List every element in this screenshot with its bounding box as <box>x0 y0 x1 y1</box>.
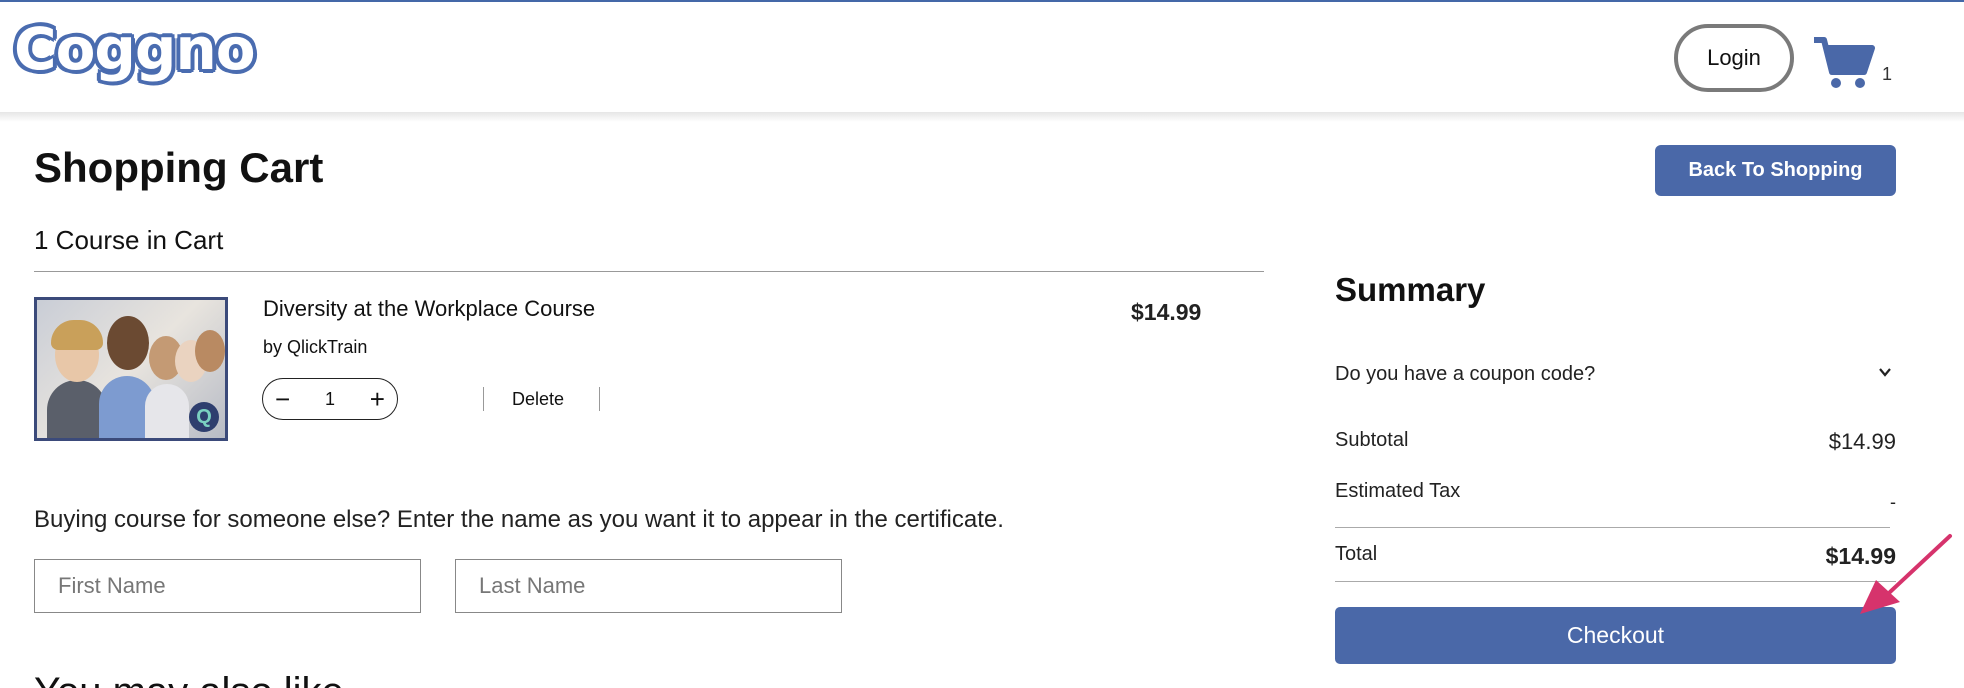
login-button[interactable]: Login <box>1674 24 1794 92</box>
course-author: by QlickTrain <box>263 337 368 357</box>
quantity-stepper: − 1 + <box>262 378 398 420</box>
header-shadow <box>0 112 1964 122</box>
course-thumbnail[interactable]: Q <box>34 297 228 441</box>
section-heading: You may also like <box>34 670 344 688</box>
divider <box>1335 581 1896 582</box>
cart-count-badge: 1 <box>1882 64 1893 84</box>
increase-quantity-button[interactable]: + <box>370 386 385 412</box>
delete-button[interactable]: Delete <box>512 389 564 410</box>
logo-text: Coggno <box>14 15 256 83</box>
site-header: Coggno Login 1 <box>0 2 1964 112</box>
total-row: Total $14.99 <box>1335 543 1896 569</box>
shopping-cart-icon[interactable] <box>1812 36 1876 90</box>
cart-count-label: 1 Course in Cart <box>34 225 224 255</box>
tax-label: Estimated Tax <box>1335 480 1461 502</box>
first-name-input[interactable] <box>34 559 421 613</box>
separator <box>483 387 484 411</box>
page-title: Shopping Cart <box>34 144 324 191</box>
qlicktrain-badge: Q <box>189 402 219 432</box>
total-value: $14.99 <box>1825 543 1896 569</box>
divider <box>34 271 1264 272</box>
chevron-down-icon <box>1879 368 1891 377</box>
summary-title: Summary <box>1335 271 1486 308</box>
quantity-value: 1 <box>324 388 335 409</box>
course-price: $14.99 <box>1131 299 1202 325</box>
coupon-label: Do you have a coupon code? <box>1335 363 1596 385</box>
subtotal-row: Subtotal $14.99 <box>1335 429 1896 454</box>
divider <box>1335 527 1890 528</box>
coupon-toggle[interactable]: Do you have a coupon code? <box>1335 363 1896 386</box>
subtotal-label: Subtotal <box>1335 429 1409 451</box>
course-title[interactable]: Diversity at the Workplace Course <box>263 296 595 322</box>
back-to-shopping-button[interactable]: Back To Shopping <box>1655 145 1896 196</box>
separator <box>599 387 600 411</box>
tax-row: Estimated Tax - <box>1335 480 1896 512</box>
checkout-button[interactable]: Checkout <box>1335 607 1896 664</box>
subtotal-value: $14.99 <box>1828 429 1896 454</box>
gift-name-prompt: Buying course for someone else? Enter th… <box>34 506 1004 533</box>
total-label: Total <box>1335 543 1378 565</box>
last-name-input[interactable] <box>455 559 842 613</box>
tax-value: - <box>1890 492 1896 512</box>
decrease-quantity-button[interactable]: − <box>275 386 290 412</box>
logo[interactable]: Coggno <box>14 15 256 83</box>
